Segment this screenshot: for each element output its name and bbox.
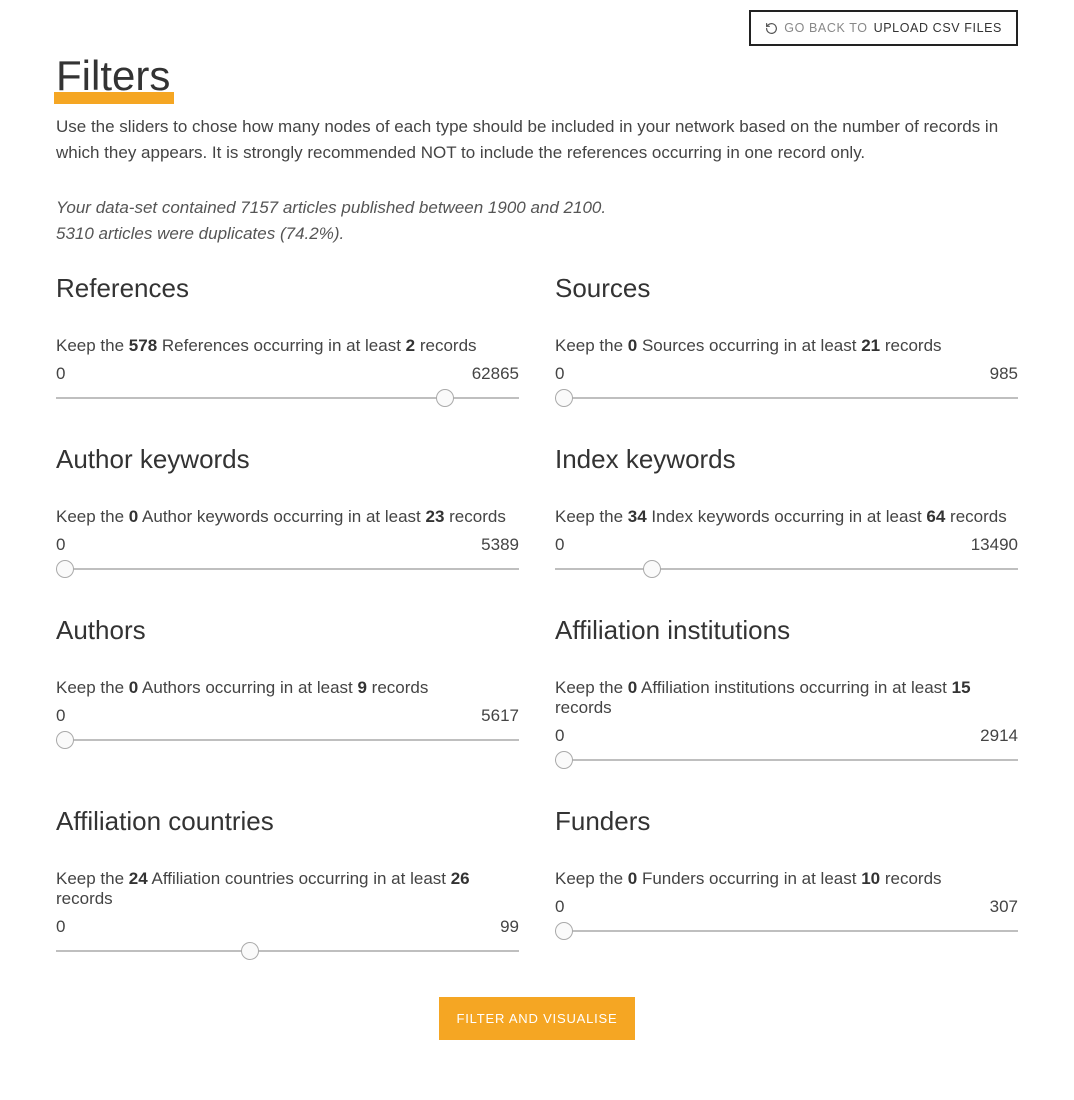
slider-thumb[interactable] (555, 389, 573, 407)
intro-text: Use the sliders to chose how many nodes … (56, 114, 1006, 167)
filter-heading: Funders (555, 806, 1018, 837)
range-min: 0 (56, 364, 65, 384)
page-title: Filters (54, 54, 174, 100)
filter-authors: Authors Keep the 0 Authors occurring in … (56, 615, 519, 772)
range-min: 0 (56, 535, 65, 555)
range-min: 0 (555, 364, 564, 384)
filter-heading: Author keywords (56, 444, 519, 475)
filter-heading: Index keywords (555, 444, 1018, 475)
slider-thumb[interactable] (56, 731, 74, 749)
range-min: 0 (555, 726, 564, 746)
filter-affiliation-institutions: Affiliation institutions Keep the 0 Affi… (555, 615, 1018, 772)
slider-thumb[interactable] (241, 942, 259, 960)
slider-thumb[interactable] (436, 389, 454, 407)
filter-heading: Affiliation countries (56, 806, 519, 837)
go-back-lead: GO BACK TO (784, 21, 867, 35)
filter-sources: Sources Keep the 0 Sources occurring in … (555, 273, 1018, 410)
filter-heading: Affiliation institutions (555, 615, 1018, 646)
stats-line-2: 5310 articles were duplicates (74.2%). (56, 221, 1018, 247)
filter-references: References Keep the 578 References occur… (56, 273, 519, 410)
range-max: 62865 (472, 364, 519, 384)
range-min: 0 (56, 706, 65, 726)
range-max: 985 (990, 364, 1018, 384)
filter-author-keywords: Author keywords Keep the 0 Author keywor… (56, 444, 519, 581)
slider-thumb[interactable] (56, 560, 74, 578)
keep-line: Keep the 578 References occurring in at … (56, 336, 519, 356)
slider-thumb[interactable] (643, 560, 661, 578)
keep-line: Keep the 0 Affiliation institutions occu… (555, 678, 1018, 718)
slider-references[interactable] (56, 386, 519, 410)
slider-author-keywords[interactable] (56, 557, 519, 581)
keep-line: Keep the 0 Funders occurring in at least… (555, 869, 1018, 889)
keep-line: Keep the 0 Sources occurring in at least… (555, 336, 1018, 356)
filter-index-keywords: Index keywords Keep the 34 Index keyword… (555, 444, 1018, 581)
slider-authors[interactable] (56, 728, 519, 752)
slider-affiliation-countries[interactable] (56, 939, 519, 963)
go-back-tail: UPLOAD CSV FILES (874, 21, 1002, 35)
range-min: 0 (56, 917, 65, 937)
range-max: 5389 (481, 535, 519, 555)
slider-affiliation-institutions[interactable] (555, 748, 1018, 772)
range-max: 5617 (481, 706, 519, 726)
slider-funders[interactable] (555, 919, 1018, 943)
filter-funders: Funders Keep the 0 Funders occurring in … (555, 806, 1018, 963)
keep-line: Keep the 34 Index keywords occurring in … (555, 507, 1018, 527)
range-max: 99 (500, 917, 519, 937)
range-min: 0 (555, 535, 564, 555)
filter-heading: References (56, 273, 519, 304)
filter-heading: Authors (56, 615, 519, 646)
go-back-button[interactable]: GO BACK TO UPLOAD CSV FILES (749, 10, 1018, 46)
range-max: 13490 (971, 535, 1018, 555)
slider-thumb[interactable] (555, 751, 573, 769)
range-min: 0 (555, 897, 564, 917)
keep-line: Keep the 0 Authors occurring in at least… (56, 678, 519, 698)
filter-and-visualise-button[interactable]: FILTER AND VISUALISE (439, 997, 636, 1040)
slider-sources[interactable] (555, 386, 1018, 410)
slider-thumb[interactable] (555, 922, 573, 940)
stats-line-1: Your data-set contained 7157 articles pu… (56, 195, 1018, 221)
filter-heading: Sources (555, 273, 1018, 304)
range-max: 307 (990, 897, 1018, 917)
keep-line: Keep the 0 Author keywords occurring in … (56, 507, 519, 527)
filter-affiliation-countries: Affiliation countries Keep the 24 Affili… (56, 806, 519, 963)
undo-icon (765, 22, 778, 35)
range-max: 2914 (980, 726, 1018, 746)
slider-index-keywords[interactable] (555, 557, 1018, 581)
keep-line: Keep the 24 Affiliation countries occurr… (56, 869, 519, 909)
